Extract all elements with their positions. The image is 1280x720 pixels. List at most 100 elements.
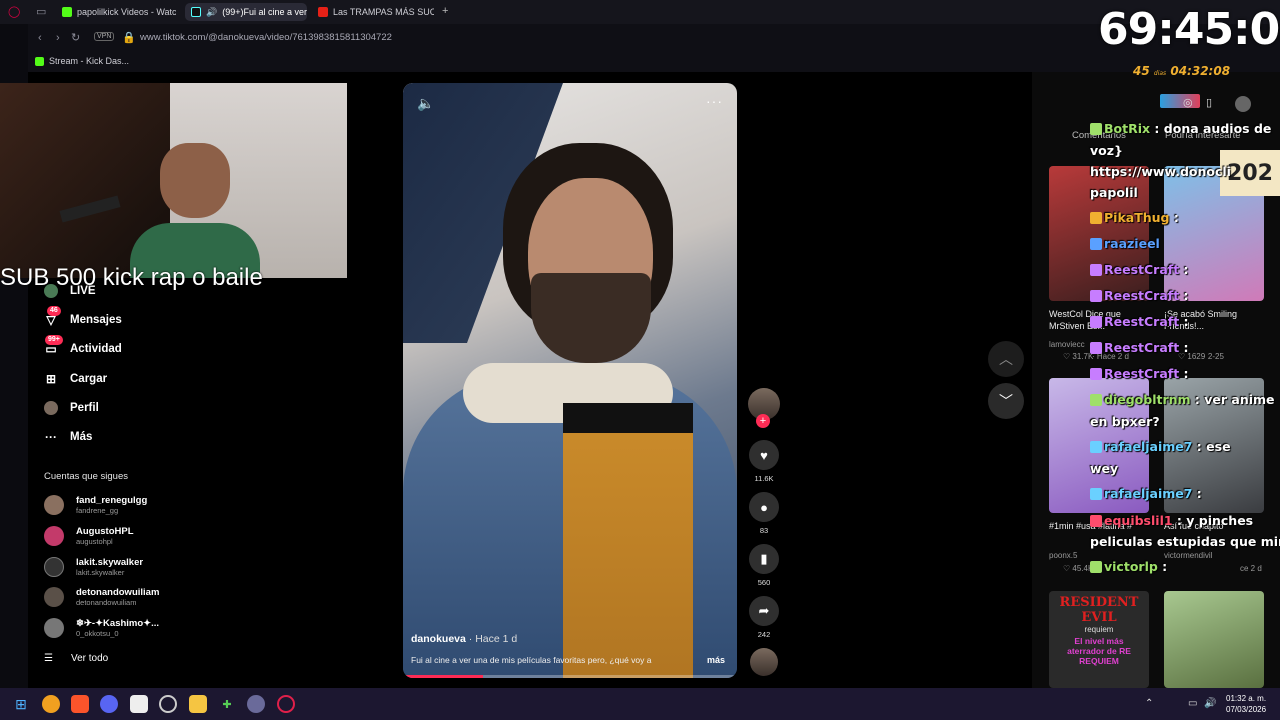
tab-youtube[interactable]: Las TRAMPAS MÁS SUCIA <box>312 3 434 21</box>
tray-chevron-icon[interactable]: ⌃ <box>1145 698 1153 709</box>
chat-text: : <box>1179 340 1189 355</box>
app-icon[interactable] <box>247 695 265 713</box>
bookmark-stream-kick[interactable]: Stream - Kick Das... <box>35 56 129 66</box>
chat-badge-icon <box>1090 316 1102 328</box>
subathon-timer: 69:45:08 <box>1098 4 1280 55</box>
follow-plus-icon[interactable]: + <box>756 414 770 428</box>
following-item[interactable]: detonandowuiliam detonandowuiliam <box>44 587 159 607</box>
brave-icon[interactable] <box>71 695 89 713</box>
following-item[interactable]: ❄✈‑✦Kashimo✦... 0_okkotsu_0 <box>44 618 159 638</box>
chat-message: diegobltrnm : ver anime <box>1090 392 1275 407</box>
volume-icon[interactable]: 🔈 <box>417 95 434 112</box>
like-count: 11.6K <box>754 474 774 483</box>
forward-icon[interactable]: › <box>56 32 60 44</box>
chat-message: papolil <box>1090 185 1138 200</box>
nav-cargar[interactable]: ⊞ Cargar <box>44 372 107 386</box>
nav-label: Mensajes <box>70 314 122 326</box>
chat-message: victorlp : <box>1090 559 1167 574</box>
windows-start-icon[interactable]: ⊞ <box>12 695 30 713</box>
tiktok-small-icon[interactable]: ◎ <box>1183 96 1193 109</box>
comment-button[interactable]: ● 83 <box>746 492 782 535</box>
music-avatar[interactable] <box>746 648 782 676</box>
tab-tiktok-video[interactable]: 🔊 (99+)Fui al cine a ver <box>185 3 307 21</box>
chat-text: : <box>1179 288 1189 303</box>
chat-username: PikaThug <box>1104 210 1170 225</box>
previous-video-button[interactable]: ︿ <box>988 341 1024 377</box>
chat-text: voz} <box>1090 143 1123 158</box>
chat-username: BotRix <box>1104 121 1151 136</box>
network-icon[interactable]: ▭ <box>1188 698 1197 709</box>
taskbar: ⊞ ✚ ⌃ ▭ 🔊 01:32 a. m. 07/03/2026 <box>0 688 1280 720</box>
save-button[interactable]: ▮ 560 <box>746 544 782 587</box>
video-author-line[interactable]: danokueva · Hace 1 d <box>411 633 517 645</box>
thumb-user: lamoviecc <box>1049 340 1085 349</box>
thumb-time: ce 2 d <box>1240 564 1262 573</box>
nav-perfil[interactable]: Perfil <box>44 401 99 415</box>
chat-text: wey <box>1090 461 1119 476</box>
author-avatar-follow[interactable]: + <box>746 388 782 428</box>
streamer-head <box>160 143 230 218</box>
video-progress-bar[interactable] <box>403 675 737 678</box>
obs-icon[interactable] <box>159 695 177 713</box>
uptime-value: 04:32:08 <box>1170 64 1231 78</box>
see-all-following[interactable]: ☰ Ver todo <box>44 653 108 664</box>
url-text[interactable]: www.tiktok.com/@danokueva/video/76139838… <box>140 32 392 43</box>
gamepad-icon[interactable]: ✚ <box>218 695 236 713</box>
folder-icon[interactable] <box>189 695 207 713</box>
more-options-icon[interactable]: ··· <box>706 93 723 109</box>
address-bar: ‹ › ↻ VPN 🔒 www.tiktok.com/@danokueva/vi… <box>0 24 1280 52</box>
video-player[interactable]: 🔈 ··· danokueva · Hace 1 d Fui al cine a… <box>403 83 737 678</box>
chat-message: equibslil1 : y pinches <box>1090 513 1253 528</box>
vpn-badge[interactable]: VPN <box>94 32 115 41</box>
share-button[interactable]: ➦ 242 <box>746 596 782 639</box>
clock[interactable]: 01:32 a. m. 07/03/2026 <box>1226 693 1266 715</box>
volume-tray-icon[interactable]: 🔊 <box>1204 698 1216 709</box>
clock-date: 07/03/2026 <box>1226 705 1267 714</box>
youtube-icon <box>318 7 328 17</box>
discord-icon[interactable] <box>100 695 118 713</box>
nav-mas[interactable]: ··· Más <box>44 430 92 444</box>
user-avatar[interactable] <box>1235 96 1251 112</box>
next-video-button[interactable]: ﹀ <box>988 383 1024 419</box>
video-more-link[interactable]: más <box>707 655 725 665</box>
chat-badge-icon <box>1090 290 1102 302</box>
following-item[interactable]: fand_renegulgg fandrene_gg <box>44 495 147 515</box>
following-item[interactable]: AugustoHPL augustohpl <box>44 526 134 546</box>
chat-text: : <box>1192 486 1202 501</box>
opera-taskbar-icon[interactable] <box>277 695 295 713</box>
coin-app-icon[interactable] <box>42 695 60 713</box>
chat-text: : ese <box>1192 439 1231 454</box>
microphone-arm <box>59 195 121 223</box>
kick-icon <box>35 56 44 66</box>
tab-workspaces-icon[interactable]: ▭ <box>36 5 46 18</box>
thumb-time: · 2-25 <box>1203 352 1224 361</box>
nav-label: Más <box>70 431 93 443</box>
store-icon[interactable] <box>130 695 148 713</box>
following-handle: detonandowuiliam <box>76 598 137 607</box>
chat-text: papolil <box>1090 185 1138 200</box>
chat-text: : <box>1169 210 1179 225</box>
tab-papolilkick[interactable]: papolilkick Videos - Watch <box>56 3 176 21</box>
new-tab-icon[interactable]: + <box>442 5 448 17</box>
phone-icon[interactable]: ▯ <box>1206 96 1212 109</box>
inbox-icon: ▭ 99+ <box>44 335 63 356</box>
video-beard <box>531 273 651 363</box>
nav-actividad[interactable]: ▭ 99+ Actividad <box>44 335 122 356</box>
following-item[interactable]: lakit.skywalker lakit.skywalker <box>44 557 143 577</box>
suggested-video-thumb[interactable]: RESIDENT EVIL requiem El nivel más aterr… <box>1049 591 1149 688</box>
back-icon[interactable]: ‹ <box>38 32 42 44</box>
opera-logo-icon[interactable]: ◯ <box>8 5 20 18</box>
lock-icon[interactable]: 🔒 <box>122 31 136 44</box>
thumb-likes: ♡ 45.4K <box>1063 564 1094 573</box>
chat-text: peliculas estupidas que mira <box>1090 534 1280 549</box>
comment-count: 83 <box>759 526 769 535</box>
nav-mensajes[interactable]: ▽ 46 Mensajes <box>44 306 122 327</box>
suggested-video-thumb[interactable] <box>1164 591 1264 688</box>
video-progress-fill <box>403 675 484 678</box>
reload-icon[interactable]: ↻ <box>71 31 80 44</box>
poster-subtitle: requiem <box>1084 625 1114 634</box>
chat-message: voz} <box>1090 143 1123 158</box>
list-icon: ☰ <box>44 653 53 664</box>
like-button[interactable]: ♥ 11.6K <box>746 440 782 483</box>
tab-label: papolilkick Videos - Watch <box>77 7 176 17</box>
